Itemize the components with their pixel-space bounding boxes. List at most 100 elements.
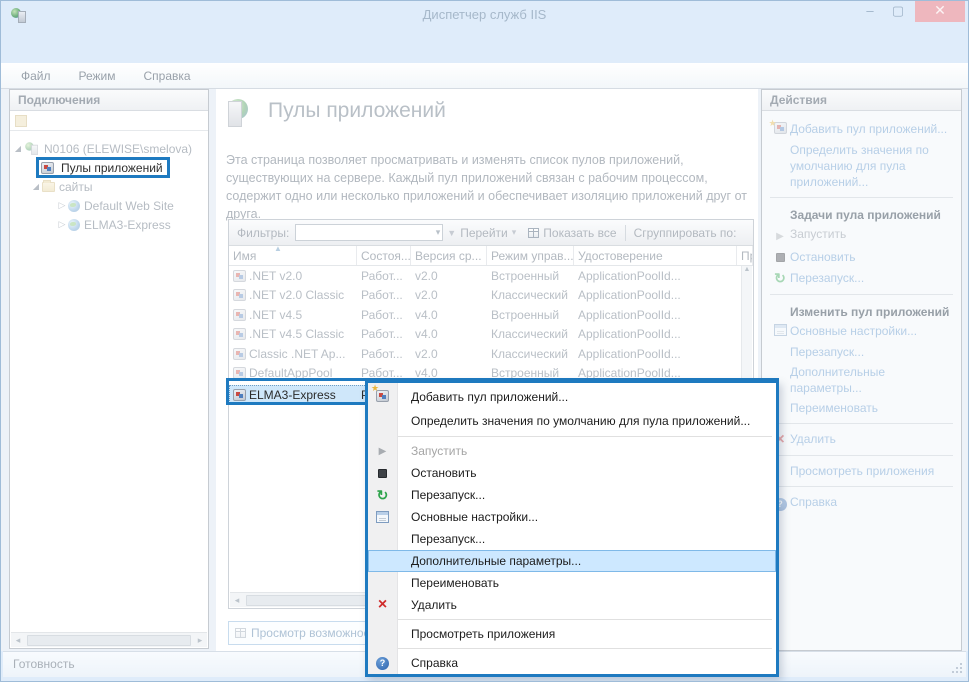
context-help[interactable]: Справка <box>368 652 776 674</box>
connections-tree: ◢ N0106 (ELEWISE\smelova) Пулы приложени… <box>10 131 208 234</box>
column-header-clr-version[interactable]: Версия ср... <box>411 246 487 265</box>
column-header-applications[interactable]: При. <box>737 246 753 265</box>
cell-name: ELMA3-Express <box>249 388 336 402</box>
tree-item-application-pools[interactable]: Пулы приложений <box>10 158 208 177</box>
tree-item-server[interactable]: ◢ N0106 (ELEWISE\smelova) <box>10 139 208 158</box>
connections-panel: Подключения ◢ N0106 (ELEWISE\smelova) Пу… <box>9 89 209 649</box>
cell-identity: ApplicationPoolId... <box>574 286 737 306</box>
action-basic-settings[interactable]: Основные настройки... <box>770 323 953 340</box>
actions-divider <box>770 423 953 424</box>
save-connection-icon[interactable] <box>15 115 27 127</box>
menu-view[interactable]: Режим <box>79 69 116 83</box>
actions-header: Действия <box>762 90 961 111</box>
scroll-right-icon[interactable]: ▸ <box>193 634 207 647</box>
basic-settings-icon <box>376 511 389 523</box>
actions-divider <box>770 455 953 456</box>
context-view-applications[interactable]: Просмотреть приложения <box>368 623 776 645</box>
tree-item-default-web-site[interactable]: ▷ Default Web Site <box>10 196 208 215</box>
column-header-pipeline-mode[interactable]: Режим управ... <box>487 246 574 265</box>
context-rename[interactable]: Переименовать <box>368 572 776 594</box>
show-all-icon <box>528 228 539 238</box>
context-advanced-settings[interactable]: Дополнительные параметры... <box>368 550 776 572</box>
app-pool-icon <box>233 389 246 401</box>
scroll-up-icon[interactable]: ▲ <box>744 266 751 273</box>
expander-open-icon[interactable]: ◢ <box>30 182 42 191</box>
menu-file[interactable]: Файл <box>21 69 51 83</box>
context-add-app-pool[interactable]: Добавить пул приложений... <box>368 385 776 409</box>
expander-closed-icon[interactable]: ▷ <box>56 200 68 211</box>
context-basic-settings[interactable]: Основные настройки... <box>368 506 776 528</box>
actions-divider <box>770 294 953 295</box>
chevron-down-icon[interactable]: ▾ <box>512 227 517 238</box>
filter-input[interactable]: ▾ <box>295 224 443 241</box>
action-recycling[interactable]: Перезапуск... <box>770 344 953 360</box>
chevron-down-icon[interactable]: ▾ <box>436 227 441 238</box>
delete-icon: × <box>378 598 387 612</box>
context-stop[interactable]: Остановить <box>368 462 776 484</box>
scroll-left-icon[interactable]: ◂ <box>230 594 244 607</box>
cell-version: v2.0 <box>411 266 487 286</box>
cell-status: Работ... <box>357 325 411 345</box>
scrollbar-thumb[interactable] <box>27 635 191 646</box>
tree-item-label: Пулы приложений <box>61 161 163 175</box>
expander-closed-icon[interactable]: ▷ <box>56 219 68 230</box>
action-help[interactable]: Справка <box>770 494 953 511</box>
sites-folder-icon <box>42 182 55 192</box>
title-bar: Диспетчер служб IIS – ▢ ✕ <box>1 1 968 31</box>
action-set-defaults[interactable]: Определить значения по умолчанию для пул… <box>770 142 953 190</box>
expander-open-icon[interactable]: ◢ <box>12 144 24 153</box>
table-row[interactable]: .NET v4.5 Работ... v4.0 Встроенный Appli… <box>229 305 753 325</box>
context-set-defaults[interactable]: Определить значения по умолчанию для пул… <box>368 409 776 433</box>
table-row[interactable]: .NET v2.0 Classic Работ... v2.0 Классиче… <box>229 286 753 306</box>
context-recycle[interactable]: ↻ Перезапуск... <box>368 484 776 506</box>
cell-status: Работ... <box>357 286 411 306</box>
application-pools-page-icon <box>228 97 244 113</box>
application-pools-annotation: Пулы приложений <box>36 157 170 178</box>
action-remove[interactable]: × Удалить <box>770 431 953 448</box>
tree-item-sites[interactable]: ◢ сайты <box>10 177 208 196</box>
scroll-left-icon[interactable]: ◂ <box>11 634 25 647</box>
menu-help[interactable]: Справка <box>144 69 191 83</box>
table-row[interactable]: Classic .NET Ap... Работ... v2.0 Классич… <box>229 344 753 364</box>
add-app-pool-icon <box>774 122 787 134</box>
toolbar-divider <box>625 225 626 241</box>
connections-horizontal-scrollbar[interactable]: ◂ ▸ <box>11 632 207 647</box>
page-title: Пулы приложений <box>268 99 446 123</box>
context-recycling[interactable]: Перезапуск... <box>368 528 776 550</box>
close-button[interactable]: ✕ <box>915 1 965 22</box>
cell-name: .NET v4.5 Classic <box>249 327 344 341</box>
table-header: ▲Имя Состоя... Версия ср... Режим управ.… <box>229 246 753 266</box>
table-row[interactable]: .NET v2.0 Работ... v2.0 Встроенный Appli… <box>229 266 753 286</box>
recycle-icon: ↻ <box>774 270 786 286</box>
app-pool-icon <box>233 289 246 301</box>
cell-mode: Классический <box>487 286 574 306</box>
table-row[interactable]: .NET v4.5 Classic Работ... v4.0 Классиче… <box>229 325 753 345</box>
action-stop[interactable]: Остановить <box>770 249 953 266</box>
cell-identity: ApplicationPoolId... <box>574 266 737 286</box>
action-view-applications[interactable]: Просмотреть приложения <box>770 463 953 479</box>
action-advanced-settings[interactable]: Дополнительные параметры... <box>770 364 953 396</box>
filter-toolbar: Фильтры: ▾ ▼ Перейти ▾ Показать все Сгру… <box>229 220 753 246</box>
column-header-status[interactable]: Состоя... <box>357 246 411 265</box>
cell-version: v2.0 <box>411 286 487 306</box>
actions-group-edit-pool: Изменить пул приложений <box>790 305 953 319</box>
app-pools-icon <box>41 162 54 174</box>
cell-status: Работ... <box>357 266 411 286</box>
menu-divider <box>398 436 772 437</box>
action-rename[interactable]: Переименовать <box>770 400 953 416</box>
context-remove[interactable]: × Удалить <box>368 594 776 616</box>
minimize-button[interactable]: – <box>857 1 883 22</box>
cell-mode: Классический <box>487 325 574 345</box>
action-recycle[interactable]: ↻ Перезапуск... <box>770 270 953 287</box>
tree-item-elma3-express[interactable]: ▷ ELMA3-Express <box>10 215 208 234</box>
group-by-label[interactable]: Сгруппировать по: <box>634 226 737 240</box>
maximize-button[interactable]: ▢ <box>885 1 911 22</box>
action-add-app-pool[interactable]: Добавить пул приложений... <box>770 121 953 138</box>
column-header-identity[interactable]: Удостоверение <box>574 246 737 265</box>
resize-grip[interactable] <box>950 661 962 673</box>
column-header-name[interactable]: ▲Имя <box>229 246 357 265</box>
show-all-button[interactable]: Показать все <box>543 226 616 240</box>
cell-name: .NET v2.0 <box>249 269 302 283</box>
cell-name: .NET v2.0 Classic <box>249 288 344 302</box>
go-button[interactable]: Перейти <box>460 226 508 240</box>
